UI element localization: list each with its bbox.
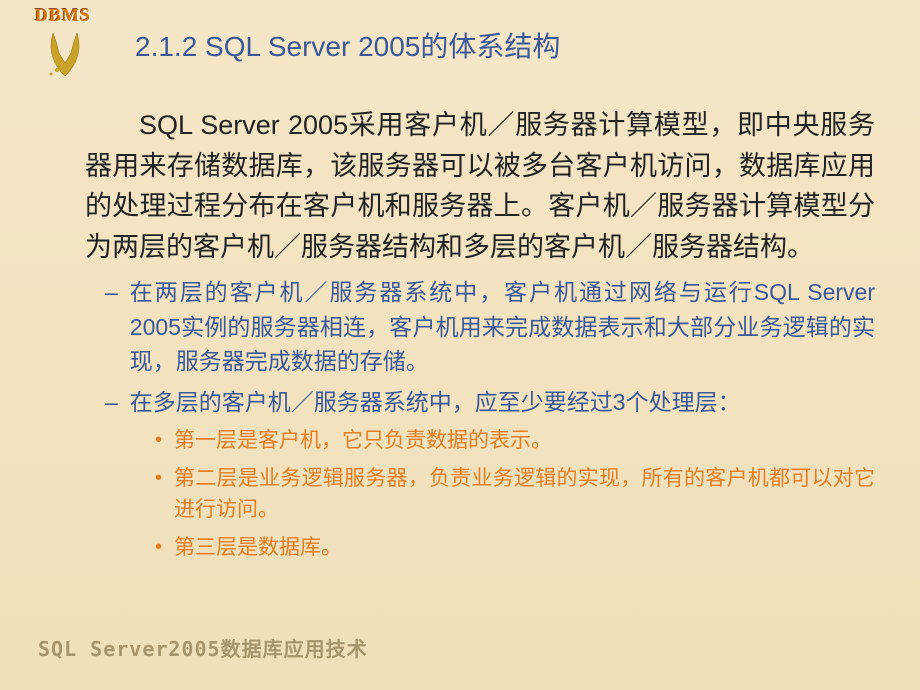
bullet-icon: • xyxy=(155,425,162,457)
logo: DBMS xyxy=(35,5,105,95)
bullet-item: • 第二层是业务逻辑服务器，负责业务逻辑的实现，所有的客户机都可以对它进行访问。 xyxy=(155,463,875,526)
sub-item-text: 在两层的客户机／服务器系统中，客户机通过网络与运行SQL Server 2005… xyxy=(130,275,875,379)
bullet-icon: • xyxy=(155,532,162,564)
logo-graphic-icon xyxy=(43,28,87,78)
section-title: 2.1.2 SQL Server 2005的体系结构 xyxy=(135,25,560,65)
bullet-icon: • xyxy=(155,463,162,526)
bullet-item-text: 第二层是业务逻辑服务器，负责业务逻辑的实现，所有的客户机都可以对它进行访问。 xyxy=(174,463,875,526)
dash-icon: – xyxy=(105,275,118,379)
bullet-item-text: 第三层是数据库。 xyxy=(174,532,342,564)
sub-item: – 在两层的客户机／服务器系统中，客户机通过网络与运行SQL Server 20… xyxy=(105,275,875,379)
bullet-item: • 第一层是客户机，它只负责数据的表示。 xyxy=(155,425,875,457)
dash-icon: – xyxy=(105,385,118,420)
sub-item-text: 在多层的客户机／服务器系统中，应至少要经过3个处理层： xyxy=(130,385,741,420)
logo-text: DBMS xyxy=(35,5,105,26)
footer-text: SQL Server2005数据库应用技术 xyxy=(38,633,368,662)
content-area: SQL Server 2005采用客户机／服务器计算模型，即中央服务器用来存储数… xyxy=(85,105,875,569)
sub-list: – 在两层的客户机／服务器系统中，客户机通过网络与运行SQL Server 20… xyxy=(105,275,875,419)
bullet-item: • 第三层是数据库。 xyxy=(155,532,875,564)
bullet-list: • 第一层是客户机，它只负责数据的表示。 • 第二层是业务逻辑服务器，负责业务逻… xyxy=(155,425,875,563)
sub-item: – 在多层的客户机／服务器系统中，应至少要经过3个处理层： xyxy=(105,385,875,420)
bullet-item-text: 第一层是客户机，它只负责数据的表示。 xyxy=(174,425,552,457)
intro-paragraph: SQL Server 2005采用客户机／服务器计算模型，即中央服务器用来存储数… xyxy=(85,105,875,267)
